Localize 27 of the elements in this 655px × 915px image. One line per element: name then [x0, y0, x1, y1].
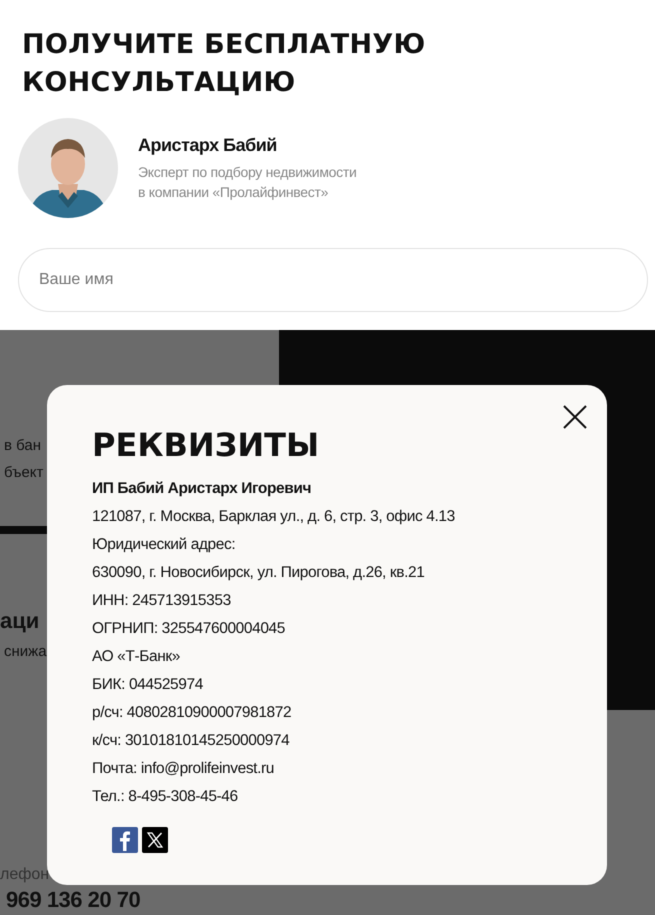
requisite-line: ИНН: 245713915353 — [92, 591, 231, 611]
modal-title: РЕКВИЗИТЫ — [92, 425, 320, 465]
requisite-line: АО «Т-Банк» — [92, 647, 180, 667]
requisite-line: Тел.: 8-495-308-45-46 — [92, 787, 238, 807]
requisite-line: к/сч: 30101810145250000974 — [92, 731, 290, 751]
name-input-field[interactable]: Ваше имя — [18, 248, 648, 312]
expert-role: Эксперт по подбору недвижимости — [138, 162, 356, 182]
x-icon[interactable] — [142, 827, 168, 853]
requisite-line: р/сч: 40802810900007981872 — [92, 703, 292, 723]
requisite-line: 630090, г. Новосибирск, ул. Пирогова, д.26, кв.21 — [92, 563, 424, 583]
phone-number: 969 136 20 70 — [5, 887, 140, 913]
background-label: лефон — [0, 865, 50, 885]
expert-name: Аристарх Бабий — [138, 134, 278, 156]
background-heading: аци — [0, 607, 40, 635]
requisite-line: ИП Бабий Аристарх Игоревич — [92, 479, 312, 499]
requisite-line: Юридический адрес: — [92, 535, 236, 555]
requisite-line: 121087, г. Москва, Барклая ул., д. 6, стр. 3, офис 4.13 — [92, 507, 455, 527]
section-title: ПОЛУЧИТЕ БЕСПЛАТНУЮ КОНСУЛЬТАЦИЮ — [22, 28, 426, 100]
requisite-line: БИК: 044525974 — [92, 675, 203, 695]
expert-role: в компании «Пролайфинвест» — [138, 182, 330, 202]
facebook-icon[interactable] — [112, 827, 138, 853]
background-text: снижа — [3, 642, 47, 662]
background-text: бъект — [3, 463, 44, 483]
requisite-line: Почта: info@prolifeinvest.ru — [92, 759, 274, 779]
requisite-line: ОГРНИП: 325547600004045 — [92, 619, 285, 639]
background-text: в бан — [3, 436, 42, 456]
close-icon[interactable] — [563, 405, 587, 429]
